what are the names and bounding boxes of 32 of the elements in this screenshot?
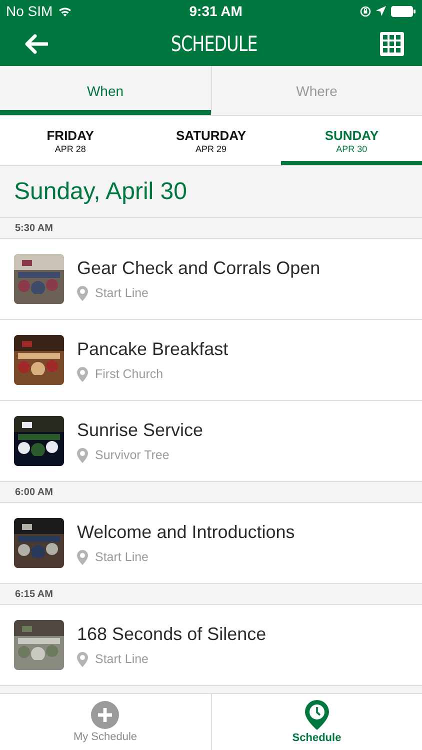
grid-icon[interactable]	[380, 32, 404, 56]
battery-icon	[390, 6, 416, 16]
event-title: Sunrise Service	[77, 420, 204, 440]
screen-title: SCHEDULE	[170, 32, 258, 56]
time-heading: 6:15 AM	[15, 588, 53, 600]
event-location: Start Line	[95, 652, 149, 666]
map-pin-icon	[77, 286, 88, 300]
add-icon	[91, 701, 120, 729]
map-pin-icon	[77, 652, 88, 666]
back-arrow-icon[interactable]	[24, 34, 48, 54]
event-row[interactable]: Pancake Breakfast First Church	[0, 320, 422, 401]
map-pin-icon	[77, 366, 88, 382]
clock-pin-icon	[304, 700, 329, 730]
carrier-text: No SIM	[6, 3, 53, 19]
event-title: Gear Check and Corrals Open	[77, 258, 320, 278]
event-location: Start Line	[95, 286, 149, 300]
event-row[interactable]: Gear Check and Corrals Open Start Line	[0, 239, 422, 320]
event-title: Welcome and Introductions	[77, 522, 295, 542]
time-heading: 5:30 AM	[15, 222, 53, 234]
event-location: First Church	[95, 367, 164, 381]
time-heading: 6:00 AM	[15, 486, 53, 498]
date-heading: Sunday, April 30	[14, 178, 188, 206]
clock-time: 9:31 AM	[189, 3, 242, 19]
wifi-icon	[58, 6, 72, 16]
location-arrow-icon	[376, 6, 386, 16]
event-location: Start Line	[95, 550, 149, 564]
map-pin-icon	[77, 448, 88, 462]
event-title: 168 Seconds of Silence	[77, 624, 266, 644]
event-title: Pancake Breakfast	[77, 338, 228, 360]
rotation-lock-icon	[360, 6, 371, 16]
event-location: Survivor Tree	[95, 448, 170, 462]
map-pin-icon	[77, 550, 88, 564]
